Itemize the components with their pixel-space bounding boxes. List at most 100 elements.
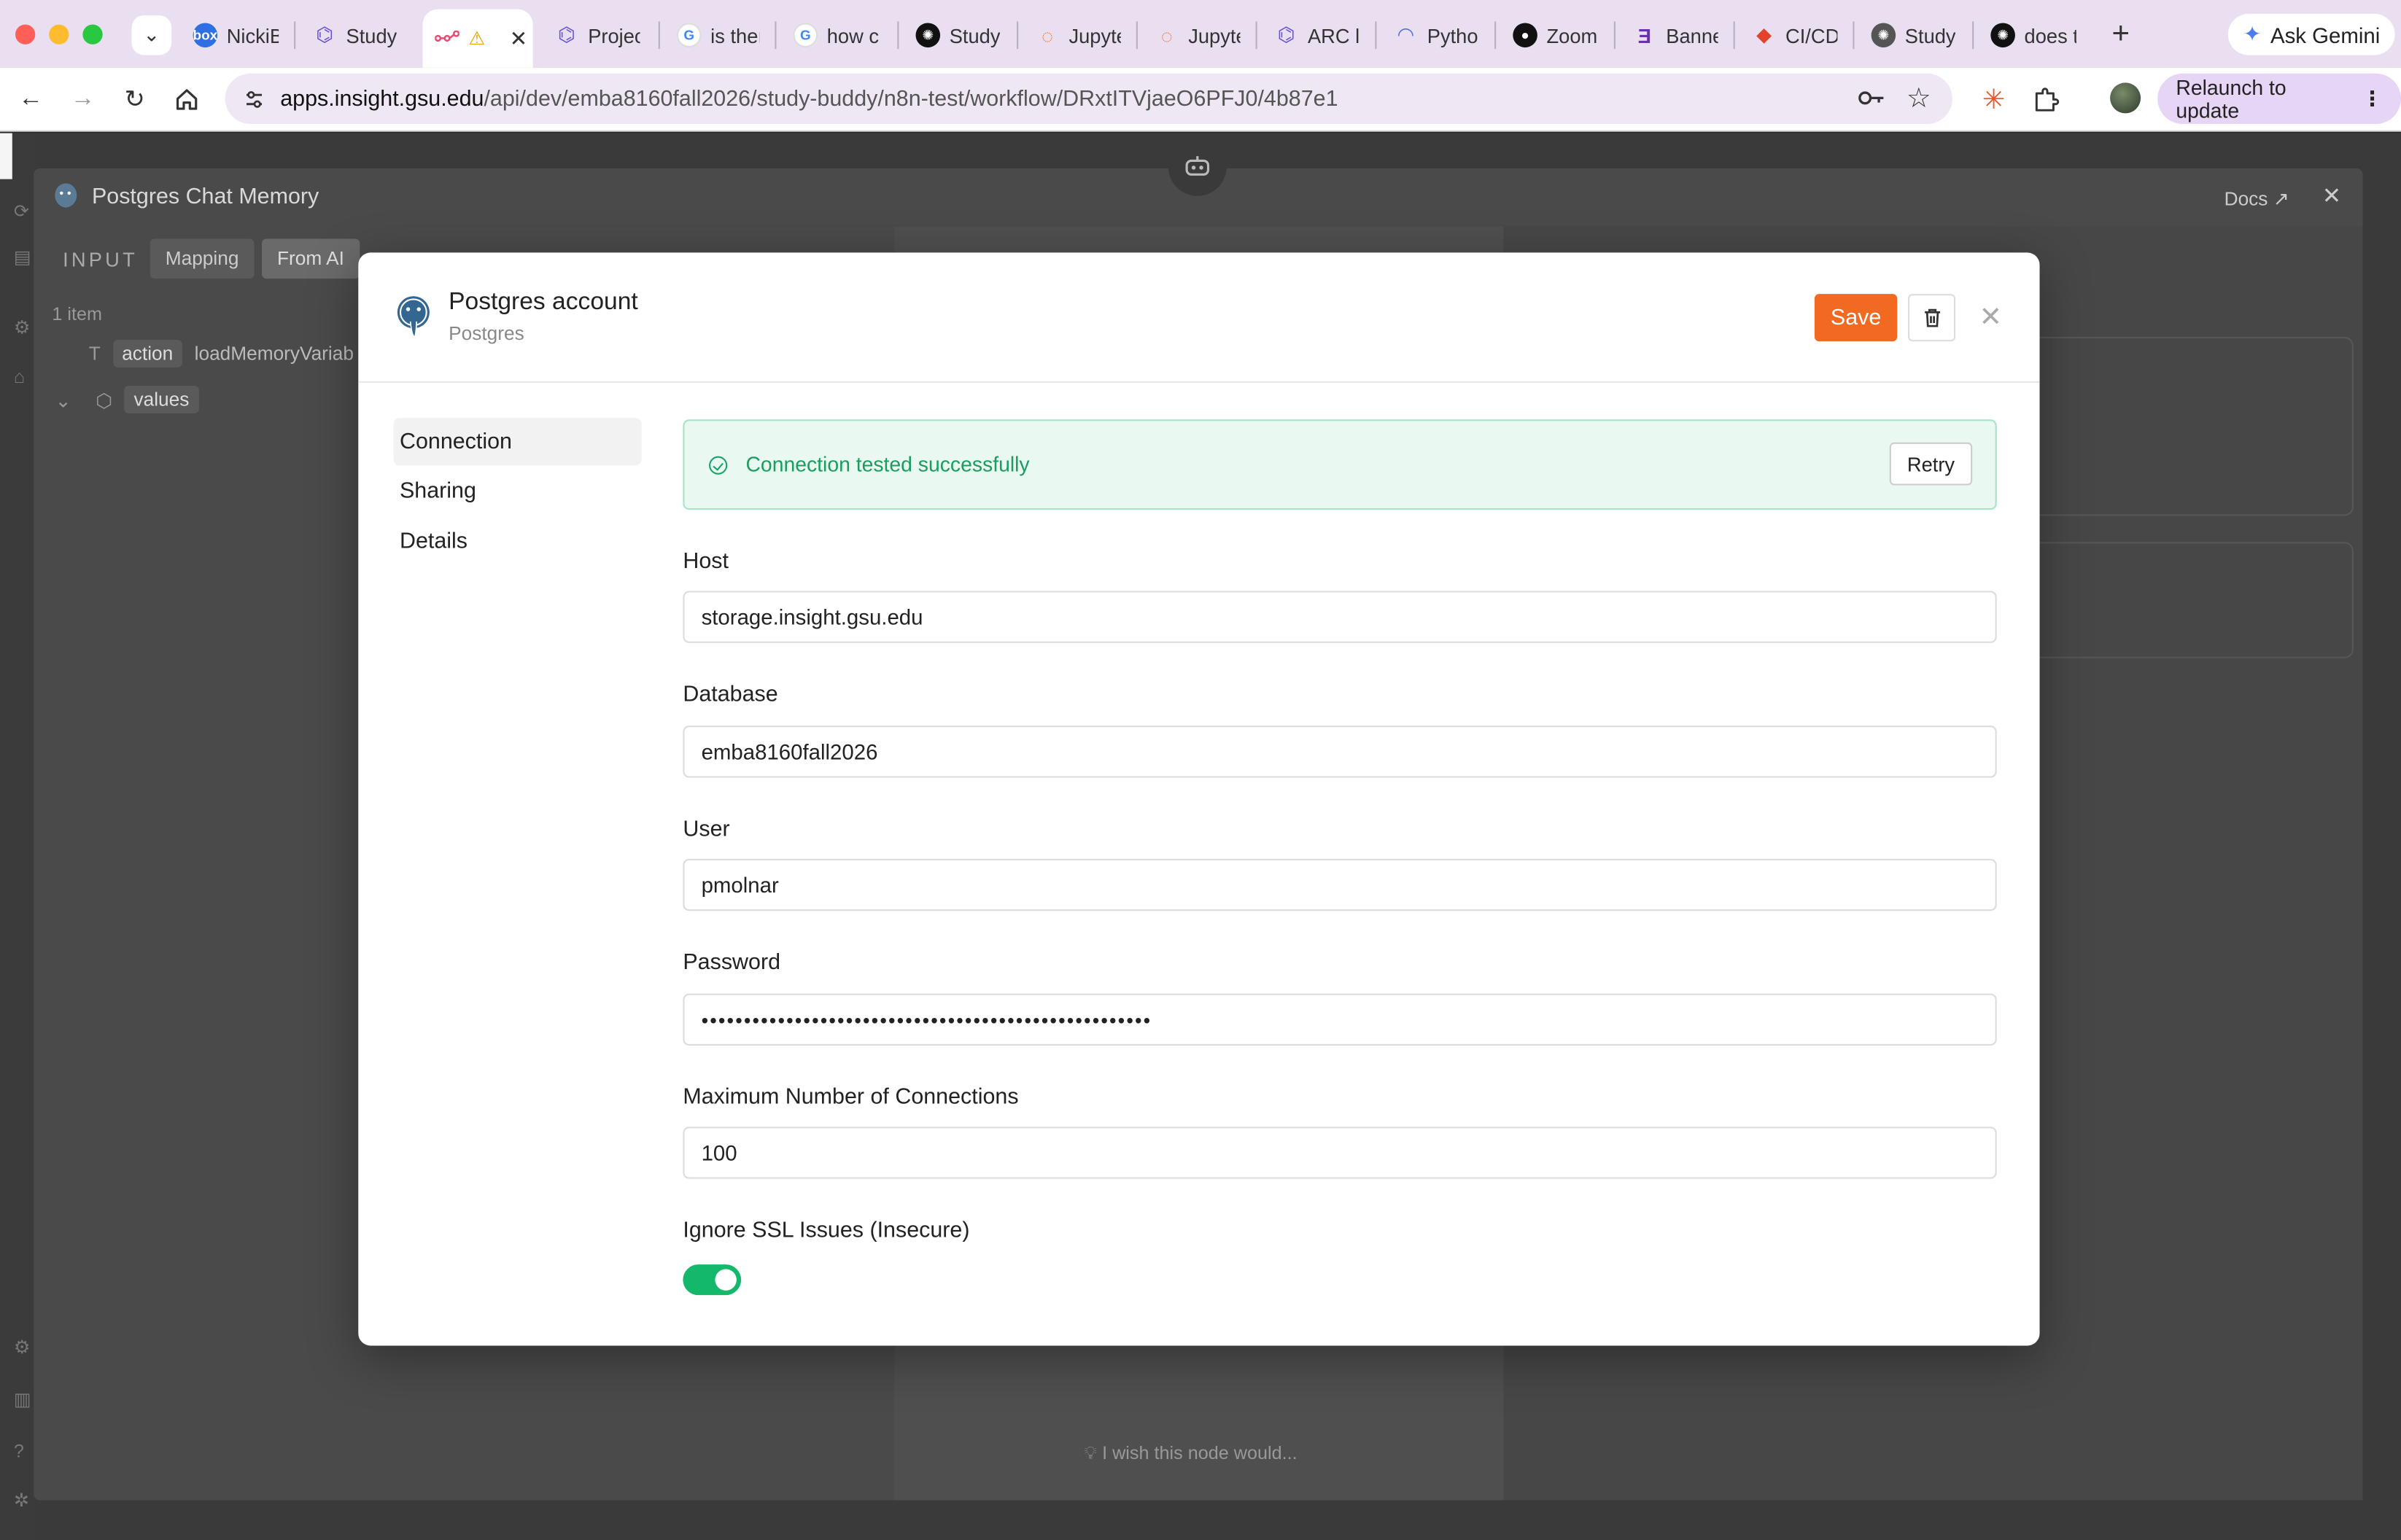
address-bar[interactable]: apps.insight.gsu.edu/api/dev/emba8160fal… (225, 73, 1952, 125)
password-key-icon[interactable] (1858, 88, 1885, 115)
tab-separator (1972, 21, 1974, 50)
browser-tab[interactable]: Gis ther (664, 12, 772, 58)
mapping-tab[interactable]: Mapping (150, 238, 255, 279)
input-panel-label: INPUT (63, 248, 138, 271)
retry-button[interactable]: Retry (1889, 442, 1973, 486)
sidebar-item-label: Connection (399, 429, 512, 454)
ignore-ssl-toggle[interactable] (683, 1264, 742, 1296)
arc-icon: ⌬ (1277, 23, 1295, 46)
tab-separator (294, 21, 296, 50)
close-tab-icon[interactable]: ✕ (510, 26, 528, 52)
add-workflow-button[interactable] (0, 133, 12, 179)
from-ai-tab[interactable]: From AI (262, 238, 360, 279)
user-settings-icon[interactable]: ✲ (14, 1490, 29, 1511)
arc-icon: ⌬ (557, 23, 575, 46)
home-button[interactable] (168, 81, 205, 117)
reload-button[interactable]: ↻ (117, 81, 153, 117)
sidebar-item-sharing[interactable]: Sharing (394, 467, 642, 515)
back-button[interactable]: ← (12, 81, 49, 117)
ai-agent-node-icon[interactable] (1168, 137, 1227, 196)
browser-tab[interactable]: ◠ Pytho (1381, 12, 1492, 58)
warning-icon: ⚠ (468, 27, 486, 50)
tab-title: Study (346, 23, 397, 47)
ndv-close-icon[interactable]: ✕ (2322, 182, 2341, 210)
browser-tab[interactable]: ✺ does t (1979, 12, 2089, 58)
docs-link[interactable]: Docs ↗ (2224, 187, 2289, 209)
workflow-icon[interactable]: ⟳ (14, 201, 29, 222)
tab-title: CI/CD (1785, 23, 1838, 47)
password-label: Password (683, 950, 781, 976)
lightbulb-icon: 💡︎ (1084, 1442, 1098, 1464)
browser-tab[interactable]: ● Zoom (1501, 12, 1611, 58)
ask-gemini-button[interactable]: ✦ Ask Gemini (2227, 13, 2396, 55)
relaunch-button[interactable]: Relaunch to update ⋮ (2157, 73, 2401, 125)
close-window-button[interactable] (15, 24, 36, 44)
profile-avatar[interactable] (2110, 82, 2141, 114)
extensions-puzzle-icon[interactable] (2030, 84, 2061, 114)
text-type-icon: T (88, 343, 101, 365)
templates-icon[interactable]: ▤ (14, 246, 31, 268)
home-icon[interactable]: ⌂ (14, 366, 25, 387)
browser-tab[interactable]: ⚠ ✕ (422, 9, 533, 68)
status-message: Connection tested successfully (745, 453, 1030, 476)
browser-tab[interactable]: ◆ CI/CD (1739, 12, 1850, 58)
browser-tab[interactable]: ✺ Study (1859, 12, 1969, 58)
home-icon (176, 89, 198, 110)
tab-title: how c (826, 23, 880, 47)
help-icon[interactable]: ? (14, 1441, 24, 1462)
openai-icon: ✺ (1990, 23, 2015, 48)
tab-separator (897, 21, 899, 50)
browser-tab[interactable]: box NickiB (181, 12, 291, 58)
password-input[interactable]: ••••••••••••••••••••••••••••••••••••••••… (683, 993, 1997, 1046)
extension-sparkle-icon[interactable]: ✳ (1979, 83, 2009, 114)
browser-tab[interactable]: ⌬ Projec (542, 12, 652, 58)
browser-tab[interactable]: Ghow c (781, 12, 891, 58)
tab-title: NickiB (226, 23, 279, 47)
tab-separator (1853, 21, 1855, 50)
database-input[interactable]: emba8160fall2026 (683, 726, 1997, 778)
box-icon: box (193, 23, 217, 48)
minimize-window-button[interactable] (49, 24, 69, 44)
bookmark-star-icon[interactable]: ☆ (1907, 82, 1931, 114)
external-link-icon: ↗ (2273, 188, 2289, 210)
user-label: User (683, 817, 730, 842)
sidebar-item-details[interactable]: Details (394, 518, 642, 565)
browser-tab[interactable]: ◌ Jupyte (1142, 12, 1252, 58)
credential-sidebar: Connection Sharing Details (393, 418, 642, 567)
url-text: apps.insight.gsu.edu/api/dev/emba8160fal… (280, 87, 1338, 112)
feedback-prompt[interactable]: 💡︎ I wish this node would... (1084, 1442, 1297, 1465)
input-row-values[interactable]: ⌄ ⬡ values (55, 386, 198, 413)
max-connections-input[interactable]: 100 (683, 1127, 1997, 1179)
browser-tab[interactable]: ✺ Study (904, 12, 1014, 58)
overview-icon[interactable]: ⚙ (14, 317, 31, 338)
gemini-sparkle-icon: ✦ (2243, 21, 2262, 46)
sidebar-item-connection[interactable]: Connection (393, 418, 642, 466)
input-row-action[interactable]: T action loadMemoryVariab (89, 340, 354, 368)
insights-icon[interactable]: ▥ (14, 1388, 31, 1409)
sidebar-item-label: Sharing (399, 479, 476, 504)
tab-title: Zoom (1546, 23, 1598, 47)
tab-search-button[interactable]: ⌄ (131, 15, 172, 55)
browser-tab[interactable]: ⌬ ARC lo (1262, 12, 1372, 58)
banner-icon: Ǝ (1637, 23, 1651, 47)
save-button[interactable]: Save (1814, 294, 1898, 342)
mapping-label: Mapping (165, 248, 239, 270)
object-type-icon: ⬡ (96, 389, 113, 411)
forward-button[interactable]: → (64, 81, 101, 117)
user-input[interactable]: pmolnar (683, 858, 1997, 911)
modal-header: Postgres account Postgres Save ✕ (358, 252, 2040, 383)
new-tab-button[interactable]: + (2104, 15, 2138, 52)
browser-toolbar: ← → ↻ apps.insight.gsu.edu/api/dev/emba8… (0, 67, 2401, 132)
host-input[interactable]: storage.insight.gsu.edu (683, 591, 1997, 643)
browser-tab[interactable]: ◌ Jupyte (1023, 12, 1133, 58)
delete-button[interactable] (1907, 294, 1956, 342)
postgres-elephant-icon (397, 296, 430, 338)
settings-icon[interactable]: ⚙ (14, 1337, 31, 1358)
site-settings-icon[interactable] (237, 82, 271, 116)
browser-tab[interactable]: Ǝ Banne (1620, 12, 1730, 58)
modal-close-icon[interactable]: ✕ (1977, 300, 2004, 334)
browser-tab[interactable]: ⌬ Study (300, 12, 411, 58)
zoom-window-button[interactable] (82, 24, 103, 44)
n8n-icon (435, 26, 459, 51)
jupyter-icon: ◌ (1041, 23, 1054, 47)
